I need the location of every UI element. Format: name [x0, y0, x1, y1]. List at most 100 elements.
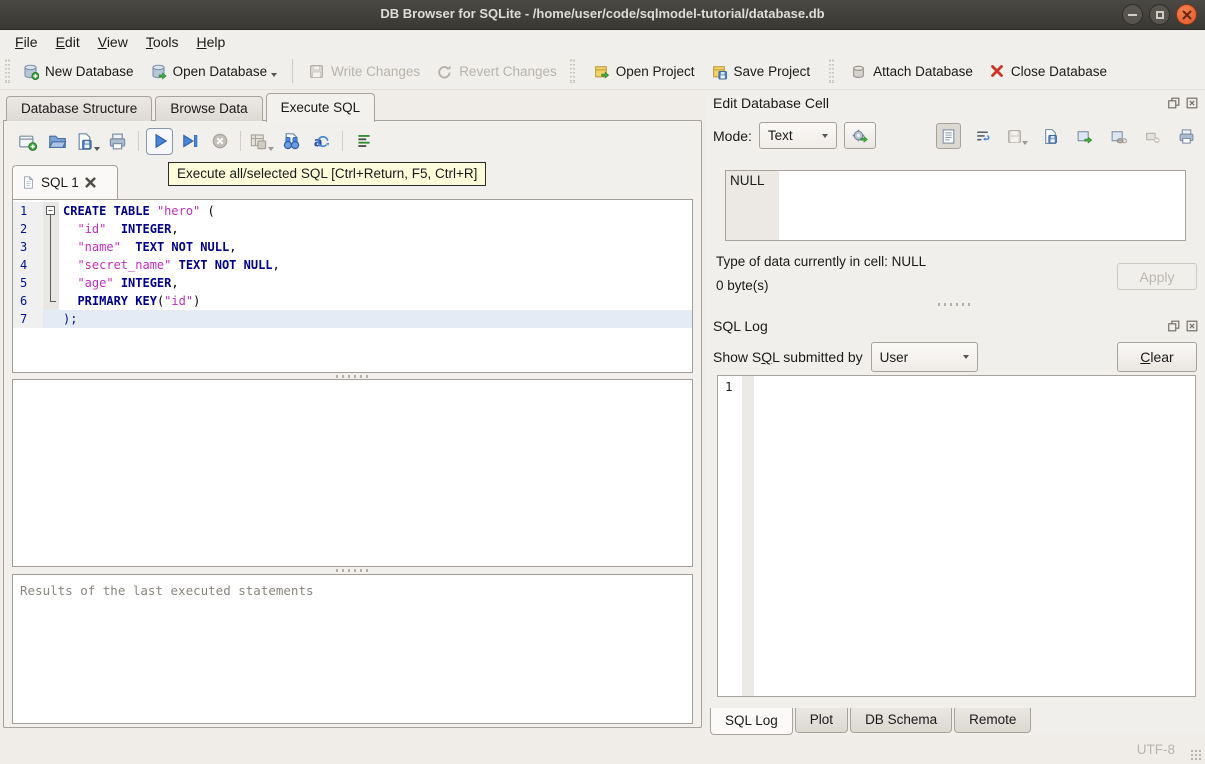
- close-tab-icon[interactable]: [85, 177, 96, 188]
- log-line-number: 1: [725, 379, 733, 394]
- editor-line: 1 − CREATE TABLE "hero" (: [13, 202, 692, 220]
- sql-log-area[interactable]: 1: [717, 375, 1196, 697]
- print-sql-button[interactable]: [104, 128, 131, 155]
- save-dropdown-icon: [94, 146, 100, 151]
- open-database-button[interactable]: Open Database: [142, 58, 286, 85]
- tab-plot[interactable]: Plot: [794, 708, 849, 733]
- toolbar-grip[interactable]: [828, 59, 835, 83]
- new-database-icon: [24, 64, 39, 80]
- right-dock-area: Edit Database Cell Mode: Text NULL Type …: [705, 90, 1205, 735]
- results-message-pane[interactable]: Results of the last executed statements: [12, 574, 693, 724]
- stop-execution-button[interactable]: [206, 128, 233, 155]
- import-cell-data-button[interactable]: [843, 122, 876, 149]
- open-database-icon: [152, 64, 167, 80]
- format-sql-button[interactable]: [350, 128, 377, 155]
- fold-collapse-icon[interactable]: −: [46, 206, 55, 215]
- fold-margin[interactable]: [43, 292, 59, 310]
- new-tab-icon: [19, 135, 37, 151]
- tab-remote[interactable]: Remote: [954, 708, 1032, 733]
- sql-code-editor[interactable]: 1 − CREATE TABLE "hero" ( 2 "id" INTEGER…: [12, 199, 693, 373]
- execute-line-icon: [182, 134, 197, 148]
- fold-margin[interactable]: [43, 220, 59, 238]
- fold-margin[interactable]: [43, 238, 59, 256]
- menu-help[interactable]: Help: [188, 32, 235, 52]
- clear-log-button[interactable]: Clear: [1117, 342, 1197, 372]
- new-sql-tab-button[interactable]: [14, 128, 41, 155]
- splitter-handle[interactable]: [12, 567, 693, 573]
- link-icon: [1111, 130, 1127, 143]
- save-cell-dropdown-icon: [1021, 141, 1028, 145]
- fold-margin[interactable]: [43, 274, 59, 292]
- new-database-button[interactable]: New Database: [14, 58, 142, 85]
- attach-database-button[interactable]: Attach Database: [842, 58, 981, 85]
- sql-editor-tab[interactable]: SQL 1: [12, 165, 118, 199]
- open-project-icon: [594, 65, 609, 79]
- revert-changes-icon: [438, 64, 451, 78]
- mode-label: Mode:: [713, 127, 752, 144]
- results-grid-pane[interactable]: [12, 379, 693, 567]
- fold-margin[interactable]: −: [43, 202, 59, 220]
- menu-edit[interactable]: Edit: [47, 32, 89, 52]
- copy-link-button[interactable]: [1106, 123, 1131, 149]
- close-dock-icon[interactable]: [1185, 319, 1199, 333]
- tab-browse-data[interactable]: Browse Data: [155, 96, 263, 121]
- title-bar[interactable]: DB Browser for SQLite - /home/user/code/…: [0, 0, 1205, 30]
- editor-line-current: 7 );: [13, 310, 692, 328]
- dock-splitter[interactable]: [705, 303, 1205, 306]
- save-cell-as-button[interactable]: [1038, 123, 1063, 149]
- execute-all-button[interactable]: [146, 127, 173, 155]
- encoding-indicator[interactable]: UTF-8: [1137, 742, 1175, 757]
- main-tab-bar: Database Structure Browse Data Execute S…: [6, 92, 378, 122]
- apply-button[interactable]: Apply: [1117, 263, 1197, 290]
- close-window-button[interactable]: [1176, 4, 1197, 25]
- word-wrap-button[interactable]: [970, 123, 995, 149]
- menu-view[interactable]: View: [89, 32, 137, 52]
- close-database-button[interactable]: Close Database: [981, 58, 1115, 84]
- log-filter-select[interactable]: User: [870, 342, 978, 372]
- import-gear-icon: [853, 129, 869, 143]
- print-cell-button[interactable]: [1174, 123, 1199, 149]
- save-results-dropdown-icon: [268, 146, 274, 151]
- close-dock-icon[interactable]: [1185, 96, 1199, 110]
- maximize-button[interactable]: [1149, 4, 1170, 25]
- tab-database-structure[interactable]: Database Structure: [6, 96, 153, 121]
- open-project-button[interactable]: Open Project: [585, 58, 703, 85]
- cell-editor[interactable]: NULL: [725, 170, 1186, 241]
- menu-file[interactable]: File: [6, 32, 47, 52]
- mode-select[interactable]: Text: [758, 122, 837, 149]
- cell-size-info: 0 byte(s): [716, 278, 769, 293]
- save-sql-file-button[interactable]: [74, 128, 101, 155]
- text-mode-button[interactable]: [936, 123, 961, 149]
- float-dock-icon[interactable]: [1167, 319, 1181, 333]
- write-changes-button[interactable]: Write Changes: [300, 58, 428, 85]
- menu-tools[interactable]: Tools: [137, 32, 188, 52]
- resize-grip-icon[interactable]: [1190, 749, 1202, 761]
- tab-sql-log[interactable]: SQL Log: [710, 708, 793, 735]
- find-replace-button[interactable]: [278, 128, 305, 155]
- open-database-dropdown-icon[interactable]: [271, 72, 278, 77]
- revert-changes-button[interactable]: Revert Changes: [428, 58, 565, 85]
- sql-toolbar-separator: [342, 131, 343, 151]
- execute-line-button[interactable]: [176, 128, 203, 155]
- open-external-button[interactable]: [1072, 123, 1097, 149]
- toolbar-grip[interactable]: [4, 59, 10, 83]
- minimize-button[interactable]: [1122, 4, 1143, 25]
- auto-completion-button[interactable]: a: [308, 128, 335, 155]
- float-dock-icon[interactable]: [1167, 96, 1181, 110]
- app-window: DB Browser for SQLite - /home/user/code/…: [0, 0, 1205, 764]
- toolbar-separator: [292, 59, 294, 83]
- fold-margin[interactable]: [43, 310, 59, 328]
- save-results-button[interactable]: [248, 128, 275, 155]
- save-cell-button[interactable]: [1004, 123, 1029, 149]
- cell-mode-bar: Mode: Text: [713, 122, 876, 149]
- sql-tab-label: SQL 1: [41, 175, 79, 190]
- set-null-button[interactable]: [1140, 123, 1165, 149]
- open-sql-file-button[interactable]: [44, 128, 71, 155]
- editor-line: 3 "name" TEXT NOT NULL,: [13, 238, 692, 256]
- save-project-button[interactable]: Save Project: [703, 58, 819, 85]
- toolbar-grip[interactable]: [568, 59, 575, 83]
- fold-margin[interactable]: [43, 256, 59, 274]
- execute-sql-panel: a SQL 1 1 − CREATE TABLE "hero" (2 "id"…: [3, 120, 702, 728]
- tab-db-schema[interactable]: DB Schema: [850, 708, 953, 733]
- tab-execute-sql[interactable]: Execute SQL: [265, 93, 376, 122]
